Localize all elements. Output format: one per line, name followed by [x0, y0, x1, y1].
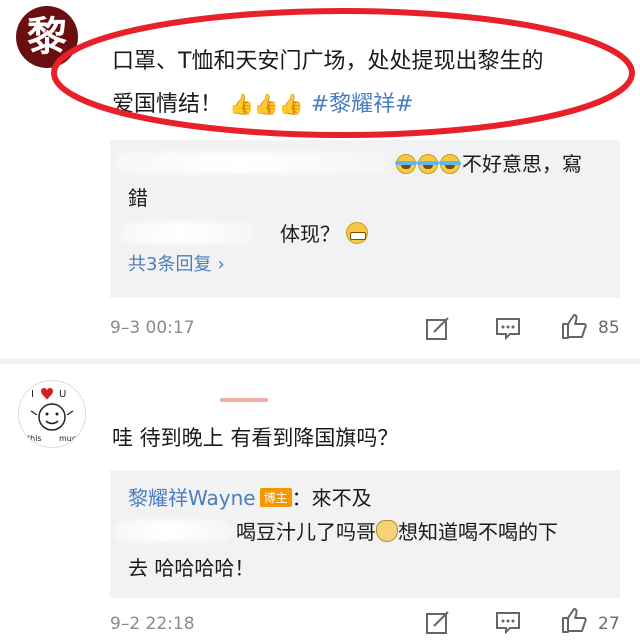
grin-emoji: [346, 222, 369, 244]
reply-b-text-2: 想知道喝不喝的下: [398, 520, 558, 544]
commenter-avatar[interactable]: I U this much: [18, 380, 86, 448]
reply-line-a2: 錯: [128, 186, 148, 210]
thumbs-up-emoji: 👍👍👍: [229, 92, 304, 116]
svg-text:I: I: [31, 389, 34, 400]
weibo-comment-screen: 黎 口罩、T恤和天安门广场，处处提现出黎生的 爱国情结！ 👍👍👍 #黎耀祥# 不…: [0, 0, 640, 640]
comment-timestamp: 9–3 00:17: [110, 318, 195, 338]
blurred-username: [114, 520, 232, 542]
repost-icon[interactable]: [424, 608, 452, 636]
blogger-badge: 博主: [259, 488, 292, 507]
reply-line-a: 不好意思，寫: [395, 148, 582, 177]
svg-text:U: U: [59, 389, 66, 400]
avatar-character: 黎: [27, 13, 67, 60]
reply-preview-box[interactable]: 黎耀祥Wayne 博主 ：來不及 喝豆汁儿了吗哥 想知道喝不喝的下 去 哈哈哈哈！: [110, 470, 620, 598]
reply-author-link[interactable]: 黎耀祥Wayne: [128, 486, 256, 510]
hashtag-link[interactable]: #黎耀祥#: [311, 92, 414, 117]
more-replies-label: 共3条回复: [128, 254, 212, 275]
more-replies-link[interactable]: 共3条回复 ›: [128, 250, 225, 276]
post-line-2: 爱国情结！ 👍👍👍 #黎耀祥#: [112, 83, 612, 126]
like-icon[interactable]: [560, 312, 588, 340]
reply-line-b2: 去 哈哈哈哈！: [128, 556, 255, 580]
blurred-username-mark: [220, 398, 268, 402]
laugh-cry-emoji: [417, 154, 439, 174]
svg-text:much: much: [59, 434, 81, 443]
chevron-right-icon: ›: [217, 254, 225, 275]
laugh-cry-emoji: [439, 154, 461, 174]
reply-preview-box[interactable]: 不好意思，寫 錯 体现？ 共3条回复 ›: [110, 140, 620, 298]
comment-text: 哇 待到晚上 有看到降国旗吗？: [112, 426, 399, 450]
post-text: 口罩、T恤和天安门广场，处处提现出黎生的 爱国情结！ 👍👍👍 #黎耀祥#: [112, 40, 612, 126]
doge-emoji: [376, 520, 398, 542]
like-icon[interactable]: [560, 606, 588, 634]
doodle-avatar-icon: I U this much: [27, 388, 81, 443]
reply-line-b: 体现？: [280, 218, 369, 247]
author-avatar[interactable]: 黎: [16, 6, 78, 68]
reply-a-text: 不好意思，寫: [462, 152, 582, 176]
repost-icon[interactable]: [424, 314, 452, 342]
comment-icon[interactable]: [494, 608, 522, 636]
post-line-2-text: 爱国情结！: [112, 92, 223, 117]
reply-line-author: 黎耀祥Wayne 博主 ：來不及: [128, 482, 372, 511]
blurred-username: [116, 152, 388, 174]
comment-icon[interactable]: [494, 314, 522, 342]
comment-divider: [0, 358, 640, 364]
reply-line-b: 喝豆汁儿了吗哥 想知道喝不喝的下: [236, 516, 558, 545]
svg-text:this: this: [27, 434, 42, 443]
post-line-1: 口罩、T恤和天安门广场，处处提现出黎生的: [112, 49, 544, 74]
like-count: 27: [598, 614, 620, 634]
laugh-cry-emoji: [395, 154, 417, 174]
blurred-username: [120, 222, 256, 244]
reply-b-text: 喝豆汁儿了吗哥: [236, 520, 376, 544]
comment-timestamp: 9–2 22:18: [110, 614, 195, 634]
reply-author-text: ：來不及: [291, 486, 372, 510]
like-count: 85: [598, 318, 620, 338]
reply-b-text: 体现？: [280, 222, 340, 246]
